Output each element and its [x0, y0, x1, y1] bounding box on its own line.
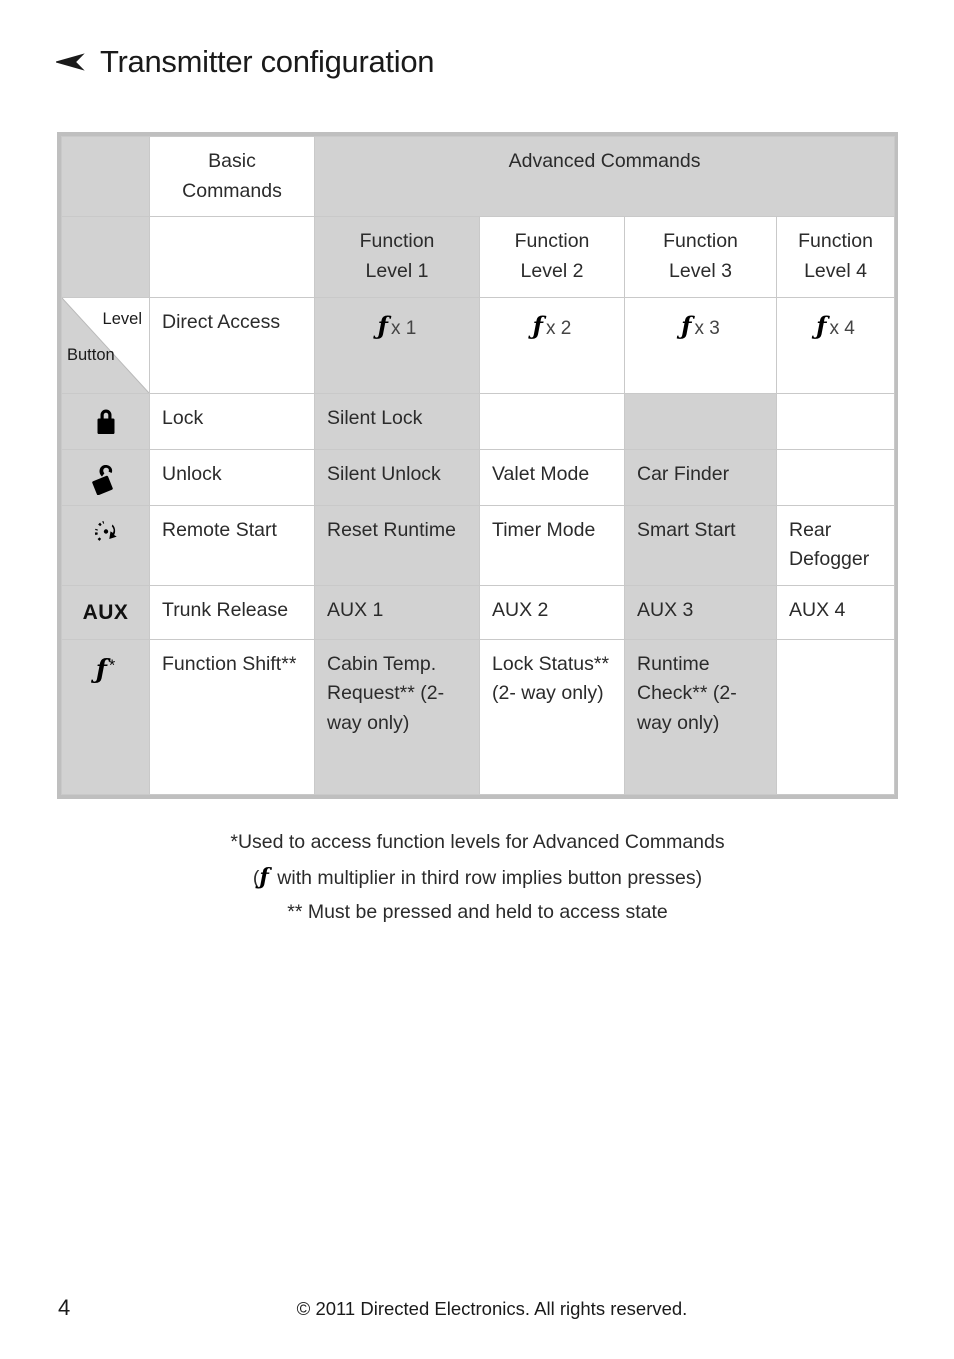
footnote-line-1: *Used to access function levels for Adva… [230, 831, 725, 853]
row-level2-unlock: Valet Mode [479, 448, 625, 506]
row-icon-cell-lock [61, 392, 150, 450]
row-basic-lock: Lock [149, 392, 315, 450]
row-level1-lock: Silent Lock [314, 392, 480, 450]
header-multiplier-4: ƒx 4 [775, 296, 896, 394]
header-function-level-4-line2: Level 4 [804, 259, 867, 282]
page-title: Transmitter configuration [100, 44, 435, 79]
function-symbol-icon: ƒ [816, 310, 827, 340]
header-basic-blank [149, 216, 315, 298]
transmitter-configuration-table: Basic Commands Advanced Commands Functio… [61, 135, 896, 795]
header-corner-blank-2 [61, 216, 150, 298]
row-basic-remote-start: Remote Start [149, 504, 315, 586]
row-level4-function-shift [775, 638, 896, 795]
row-level1-function-shift: Cabin Temp. Request** (2- way only) [314, 638, 480, 795]
header-multiplier-3: ƒx 3 [624, 296, 777, 394]
row-icon-cell-aux: AUX [61, 584, 150, 640]
row-level4-unlock [775, 448, 896, 506]
row-level3-function-shift: Runtime Check** (2- way only) [624, 638, 777, 795]
page-title-row: Transmitter configuration [56, 44, 435, 79]
header-multiplier-3-value: x 3 [694, 317, 720, 339]
footnote-line-2-text: with multiplier in third row implies but… [271, 866, 703, 889]
row-level1-remote-start: Reset Runtime [314, 504, 480, 586]
row-level2-remote-start: Timer Mode [479, 504, 625, 586]
table-row: Unlock Silent Unlock Valet Mode Car Find… [61, 448, 896, 506]
row-level1-unlock: Silent Unlock [314, 448, 480, 506]
asterisk-marker: * [108, 657, 116, 675]
row-basic-function-shift: Function Shift** [149, 638, 315, 795]
row-basic-aux: Trunk Release [149, 584, 315, 640]
function-symbol-icon: ƒ [681, 310, 692, 340]
row-level3-unlock: Car Finder [624, 448, 777, 506]
header-level-button-corner: Level Button [61, 296, 150, 394]
row-icon-cell-function-shift: ƒ * [61, 638, 150, 795]
table-footnotes: *Used to access function levels for Adva… [57, 826, 898, 928]
header-function-level-2-line2: Level 2 [520, 259, 584, 282]
header-function-level-1-line2: Level 1 [365, 259, 429, 282]
header-multiplier-2: ƒx 2 [479, 296, 625, 394]
header-multiplier-1: ƒx 1 [314, 296, 480, 394]
header-basic-commands: Basic Commands [149, 135, 315, 218]
transmitter-configuration-table-frame: Basic Commands Advanced Commands Functio… [57, 132, 898, 799]
row-icon-cell-unlock [61, 448, 150, 506]
row-level4-aux: AUX 4 [775, 584, 896, 640]
table-row: Remote Start Reset Runtime Timer Mode Sm… [61, 504, 896, 586]
header-advanced-commands: Advanced Commands [313, 135, 896, 218]
row-level4-lock [775, 392, 896, 450]
header-corner-blank-1 [61, 135, 150, 218]
function-symbol-icon: ƒ [95, 654, 107, 685]
header-function-level-3-line1: Function [663, 230, 738, 253]
lock-open-icon [91, 464, 113, 495]
header-multiplier-2-value: x 2 [545, 317, 572, 339]
header-function-level-3: Function Level 3 [624, 216, 777, 298]
header-function-level-2-line1: Function [514, 230, 590, 253]
row-level2-function-shift: Lock Status** (2- way only) [479, 638, 625, 795]
header-direct-access: Direct Access [149, 296, 315, 394]
corner-level-label: Level [102, 309, 142, 328]
function-symbol-icon: ƒ [532, 310, 543, 340]
row-level1-aux: AUX 1 [314, 584, 480, 640]
row-basic-unlock: Unlock [149, 448, 315, 506]
row-icon-cell-remote-start [61, 504, 150, 586]
header-function-level-2: Function Level 2 [479, 216, 625, 298]
function-symbol-icon: ƒ [259, 863, 269, 890]
table-row: Lock Silent Lock [61, 392, 896, 450]
table-header-row-2: Function Level 1 Function Level 2 Functi… [61, 216, 896, 298]
table-header-row-1: Basic Commands Advanced Commands [61, 135, 896, 218]
header-function-level-4: Function Level 4 [775, 216, 896, 298]
row-level3-remote-start: Smart Start [624, 504, 777, 586]
copyright-notice: © 2011 Directed Electronics. All rights … [296, 1298, 688, 1319]
header-basic-commands-line2: Commands [182, 179, 282, 202]
footnote-line-3: ** Must be pressed and held to access st… [287, 900, 668, 923]
header-function-level-3-line2: Level 3 [669, 259, 732, 282]
aux-text-icon: AUX [82, 600, 129, 624]
row-level4-remote-start: Rear Defogger [775, 504, 896, 586]
header-function-level-4-line1: Function [798, 230, 873, 253]
function-shift-icon: ƒ * [96, 651, 115, 691]
arrow-bullet-icon [56, 52, 85, 71]
header-function-level-1: Function Level 1 [314, 216, 480, 298]
corner-button-label: Button [67, 345, 115, 364]
function-symbol-icon: ƒ [377, 310, 388, 340]
header-function-level-1-line1: Function [359, 230, 435, 253]
row-level3-lock [624, 392, 777, 450]
header-multiplier-4-value: x 4 [829, 317, 855, 339]
table-header-row-3: Level Button Direct Access ƒx 1 ƒx 2 ƒx … [61, 296, 896, 394]
header-basic-commands-line1: Basic [208, 150, 256, 172]
header-multiplier-1-value: x 1 [390, 317, 417, 339]
footnote-line-2: (ƒ with multiplier in third row implies … [57, 859, 898, 896]
table-row: ƒ * Function Shift** Cabin Temp. Request*… [61, 638, 896, 795]
row-level2-lock [479, 392, 625, 450]
remote-start-icon [94, 520, 117, 542]
row-level3-aux: AUX 3 [624, 584, 777, 640]
table-row: AUX Trunk Release AUX 1 AUX 2 AUX 3 AUX … [61, 584, 896, 640]
row-level2-aux: AUX 2 [479, 584, 625, 640]
lock-closed-icon [97, 409, 114, 434]
